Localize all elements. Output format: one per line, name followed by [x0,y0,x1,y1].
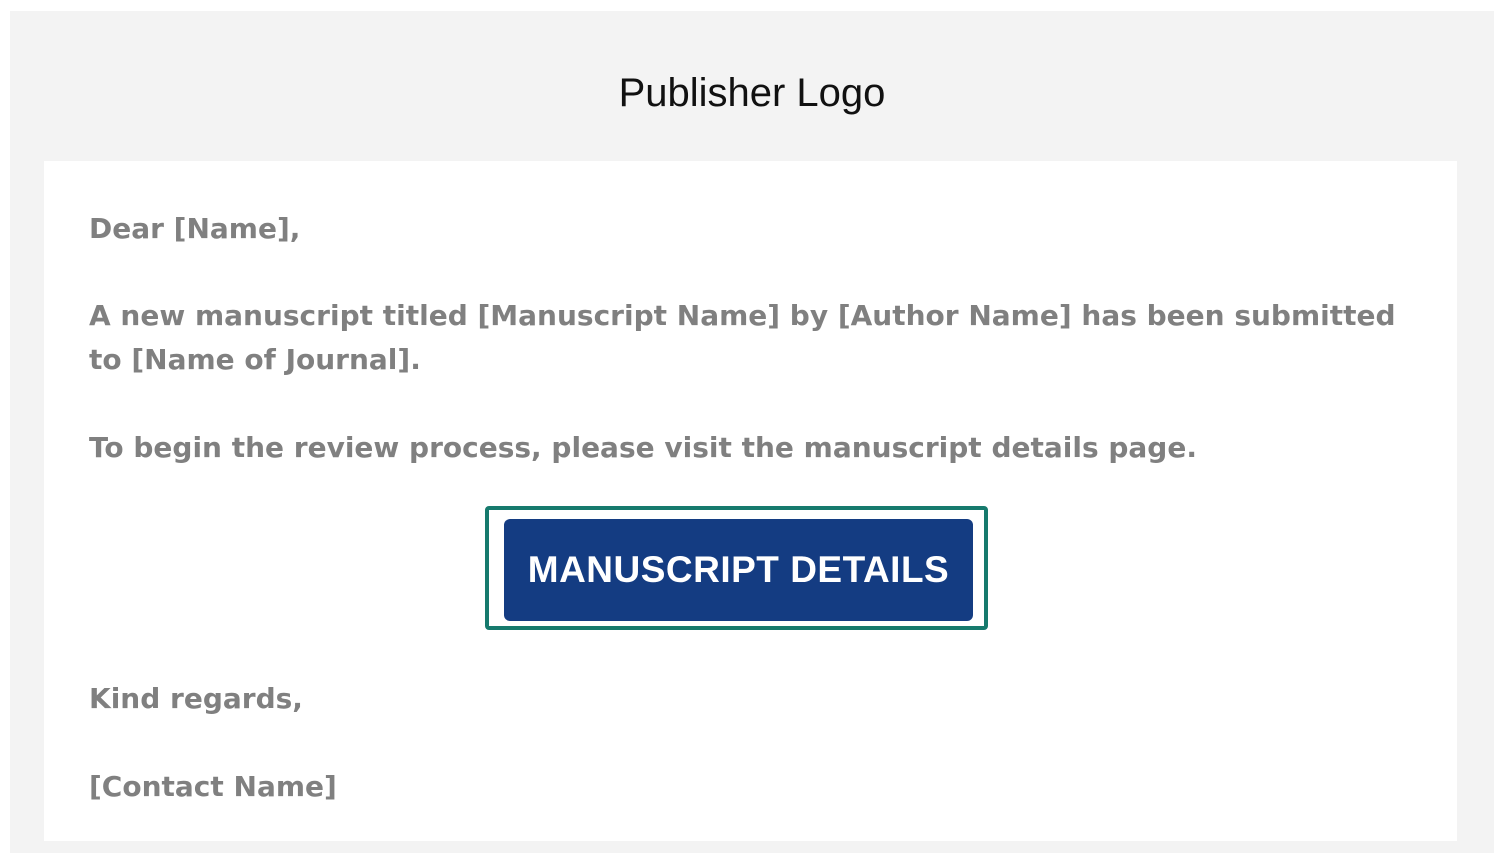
instruction-paragraph: To begin the review process, please visi… [89,431,1197,464]
signature-text: [Contact Name] [89,770,337,803]
closing-text: Kind regards, [89,682,303,715]
cta-focus-ring: MANUSCRIPT DETAILS [485,506,988,630]
publisher-logo: Publisher Logo [618,71,886,115]
intro-paragraph: A new manuscript titled [Manuscript Name… [89,299,1396,376]
email-frame: Publisher Logo Dear [Name], A new manusc… [10,11,1494,853]
manuscript-details-button[interactable]: MANUSCRIPT DETAILS [504,519,973,621]
greeting-text: Dear [Name], [89,212,301,245]
email-body: Dear [Name], A new manuscript titled [Ma… [44,161,1457,841]
